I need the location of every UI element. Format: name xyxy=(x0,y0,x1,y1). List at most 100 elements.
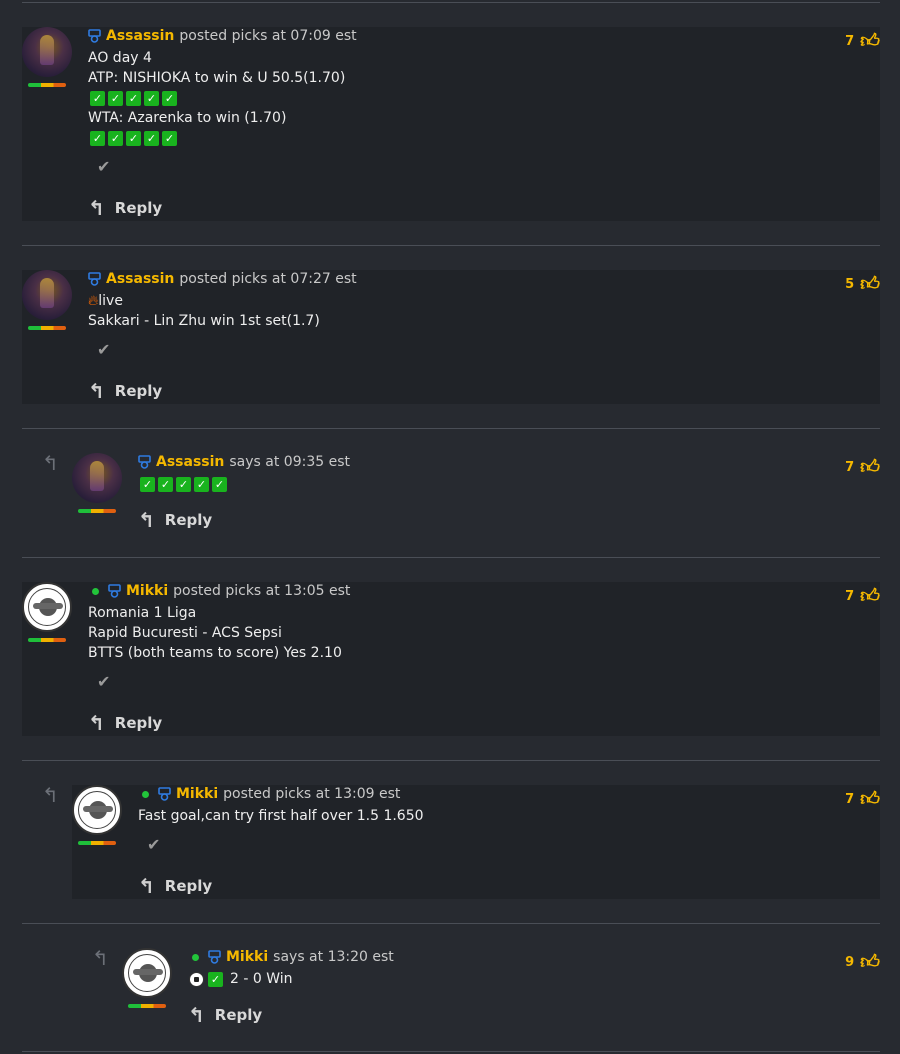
reply-button[interactable]: ↰ Reply xyxy=(138,874,212,898)
reply-icon: ↰ xyxy=(188,1003,205,1027)
divider xyxy=(22,245,880,246)
reply-icon: ↰ xyxy=(138,508,155,532)
like-count: 7 xyxy=(845,460,855,475)
rank-bar xyxy=(28,83,66,87)
comment-line: Rapid Bucuresti - ACS Sepsi xyxy=(88,625,282,641)
approve-tick-icon[interactable]: ✔ xyxy=(97,672,110,691)
check-icon: ✓ xyxy=(108,131,123,146)
reply-label: Reply xyxy=(114,382,163,400)
rank-badge-icon xyxy=(108,584,121,598)
like-button[interactable]: 7 👍︎ xyxy=(845,788,880,811)
avatar[interactable] xyxy=(22,27,72,77)
comment-line: ATP: NISHIOKA to win & U 50.5(1.70) xyxy=(88,70,346,86)
check-icon: ✓ xyxy=(140,477,155,492)
username[interactable]: Mikki xyxy=(126,583,168,599)
check-icon: ✓ xyxy=(126,131,141,146)
comment-line: WTA: Azarenka to win (1.70) xyxy=(88,110,287,126)
comment-line-text: live xyxy=(98,293,123,309)
check-icon: ✓ xyxy=(162,131,177,146)
comment-line: AO day 4 xyxy=(88,50,152,66)
soccer-ball-icon xyxy=(189,971,204,987)
divider xyxy=(22,557,880,558)
reply-label: Reply xyxy=(114,714,163,732)
rank-bar xyxy=(28,638,66,642)
approve-tick-icon[interactable]: ✔ xyxy=(147,835,160,854)
username[interactable]: Mikki xyxy=(176,786,218,802)
online-status-dot xyxy=(142,790,149,798)
check-icon: ✓ xyxy=(194,477,209,492)
reply-button[interactable]: ↰ Reply xyxy=(188,1003,262,1027)
approve-tick-icon[interactable]: ✔ xyxy=(97,340,110,359)
fire-icon: 🔥︎ xyxy=(88,293,99,309)
divider xyxy=(22,1051,880,1052)
avatar[interactable] xyxy=(122,948,172,998)
reply-label: Reply xyxy=(114,199,163,217)
like-button[interactable]: 9 👍︎ xyxy=(845,951,880,974)
post-meta: says at 13:20 est xyxy=(273,949,394,965)
reply-button[interactable]: ↰ Reply xyxy=(88,196,162,220)
like-button[interactable]: 7 👍︎ xyxy=(845,585,880,608)
like-button[interactable]: 7 👍︎ xyxy=(845,30,880,53)
comment-header: Mikki says at 13:20 est xyxy=(192,949,394,965)
comment-line: ✓ 2 - 0 Win xyxy=(189,971,293,987)
divider xyxy=(22,923,880,924)
thumbs-up-icon: 👍︎ xyxy=(860,273,880,295)
rank-badge-icon xyxy=(88,272,101,286)
thumbs-up-icon: 👍︎ xyxy=(860,788,880,810)
username[interactable]: Mikki xyxy=(226,949,268,965)
reply-button[interactable]: ↰ Reply xyxy=(138,508,212,532)
username[interactable]: Assassin xyxy=(156,454,224,470)
like-count: 7 xyxy=(845,34,855,49)
avatar[interactable] xyxy=(22,582,72,632)
thumbs-up-icon: 👍︎ xyxy=(860,585,880,607)
comment-header: Mikki posted picks at 13:09 est xyxy=(142,786,400,802)
like-count: 9 xyxy=(845,955,855,970)
reply-label: Reply xyxy=(164,511,213,529)
comment-line: 🔥︎live xyxy=(88,293,123,309)
reply-icon: ↰ xyxy=(138,874,155,898)
avatar[interactable] xyxy=(72,453,122,503)
online-status-dot xyxy=(192,953,199,961)
comment-header: Assassin posted picks at 07:09 est xyxy=(88,28,357,44)
post-meta: posted picks at 13:09 est xyxy=(223,786,401,802)
nested-reply-arrow-icon: ↰ xyxy=(92,946,109,970)
like-count: 7 xyxy=(845,792,855,807)
username[interactable]: Assassin xyxy=(106,271,174,287)
check-icon: ✓ xyxy=(158,477,173,492)
check-icon: ✓ xyxy=(212,477,227,492)
avatar[interactable] xyxy=(72,785,122,835)
like-button[interactable]: 5 👍︎ xyxy=(845,273,880,296)
post-meta: says at 09:35 est xyxy=(229,454,351,470)
reply-button[interactable]: ↰ Reply xyxy=(88,711,162,735)
check-row: ✓ ✓ ✓ ✓ ✓ xyxy=(90,131,177,146)
comment-header: Assassin posted picks at 07:27 est xyxy=(88,271,357,287)
check-icon: ✓ xyxy=(126,91,141,106)
avatar[interactable] xyxy=(22,270,72,320)
thumbs-up-icon: 👍︎ xyxy=(860,30,880,52)
check-icon: ✓ xyxy=(144,131,159,146)
reply-label: Reply xyxy=(214,1006,263,1024)
comment-header: Assassin says at 09:35 est xyxy=(138,454,350,470)
check-icon: ✓ xyxy=(176,477,191,492)
thumbs-up-icon: 👍︎ xyxy=(860,951,880,973)
reply-icon: ↰ xyxy=(88,196,105,220)
check-icon: ✓ xyxy=(108,91,123,106)
reply-button[interactable]: ↰ Reply xyxy=(88,379,162,403)
nested-reply-arrow-icon: ↰ xyxy=(42,451,59,475)
like-button[interactable]: 7 👍︎ xyxy=(845,456,880,479)
post-meta: posted picks at 07:27 est xyxy=(179,271,357,287)
reply-icon: ↰ xyxy=(88,379,105,403)
rank-badge-icon xyxy=(88,29,101,43)
reply-label: Reply xyxy=(164,877,213,895)
approve-tick-icon[interactable]: ✔ xyxy=(97,157,110,176)
post-meta: posted picks at 07:09 est xyxy=(179,28,357,44)
divider xyxy=(22,760,880,761)
rank-bar xyxy=(78,841,116,845)
comment-line: Romania 1 Liga xyxy=(88,605,197,621)
check-icon: ✓ xyxy=(162,91,177,106)
divider xyxy=(22,428,880,429)
username[interactable]: Assassin xyxy=(106,28,174,44)
comment-line: Fast goal,can try first half over 1.5 1.… xyxy=(138,808,424,824)
rank-bar xyxy=(128,1004,166,1008)
rank-badge-icon xyxy=(138,455,151,469)
